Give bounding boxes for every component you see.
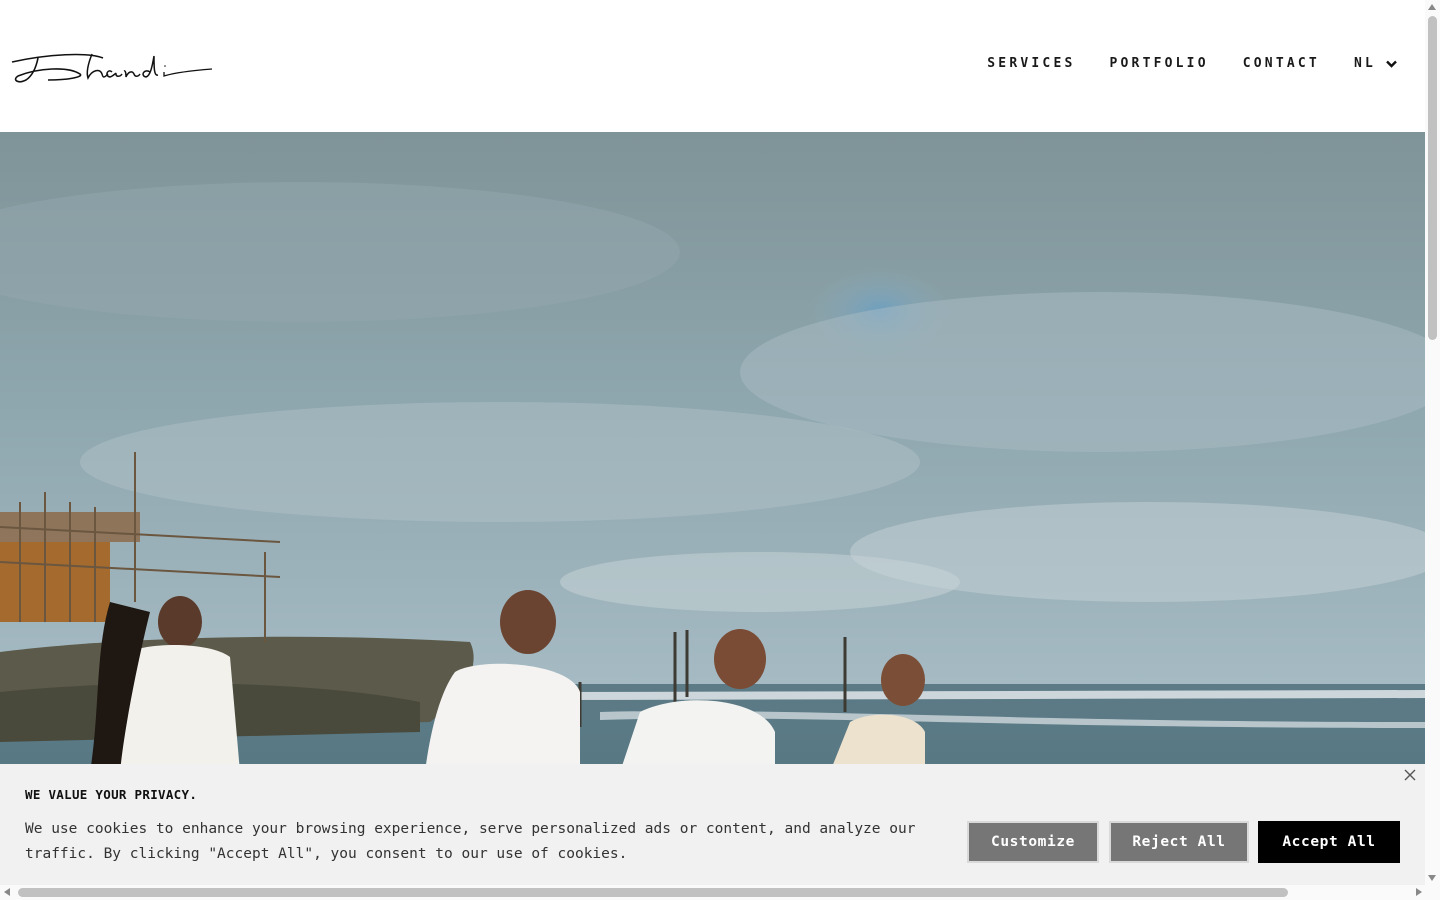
vertical-scroll-thumb[interactable] bbox=[1428, 16, 1437, 340]
chevron-down-icon bbox=[1386, 60, 1397, 68]
scroll-up-arrow-icon[interactable] bbox=[1428, 4, 1436, 10]
customize-button[interactable]: Customize bbox=[967, 821, 1099, 863]
site-header: SERVICES PORTFOLIO CONTACT NL bbox=[0, 0, 1425, 132]
vertical-scrollbar[interactable] bbox=[1425, 0, 1440, 885]
reject-all-button[interactable]: Reject All bbox=[1109, 821, 1249, 863]
horizontal-scroll-thumb[interactable] bbox=[18, 888, 1288, 897]
language-label: NL bbox=[1353, 56, 1376, 71]
close-icon[interactable] bbox=[1403, 768, 1417, 782]
scroll-down-arrow-icon[interactable] bbox=[1428, 875, 1436, 881]
cookie-title: WE VALUE YOUR PRIVACY. bbox=[25, 787, 198, 802]
cookie-text-line-1: We use cookies to enhance your browsing … bbox=[25, 821, 916, 837]
nav-services[interactable]: SERVICES bbox=[987, 56, 1075, 71]
main-nav: SERVICES PORTFOLIO CONTACT NL bbox=[987, 56, 1397, 71]
nav-portfolio[interactable]: PORTFOLIO bbox=[1110, 56, 1209, 71]
scroll-right-arrow-icon[interactable] bbox=[1416, 888, 1422, 896]
logo-signature[interactable] bbox=[8, 44, 214, 86]
cookie-description: We use cookies to enhance your browsing … bbox=[25, 817, 925, 867]
cookie-banner: WE VALUE YOUR PRIVACY. We use cookies to… bbox=[0, 764, 1425, 885]
language-selector[interactable]: NL bbox=[1354, 56, 1397, 71]
nav-contact[interactable]: CONTACT bbox=[1243, 56, 1320, 71]
scroll-left-arrow-icon[interactable] bbox=[4, 888, 10, 896]
cookie-text-line-2: traffic. By clicking "Accept All", you c… bbox=[25, 846, 628, 862]
accept-all-button[interactable]: Accept All bbox=[1258, 821, 1400, 863]
horizontal-scrollbar[interactable] bbox=[0, 885, 1440, 900]
